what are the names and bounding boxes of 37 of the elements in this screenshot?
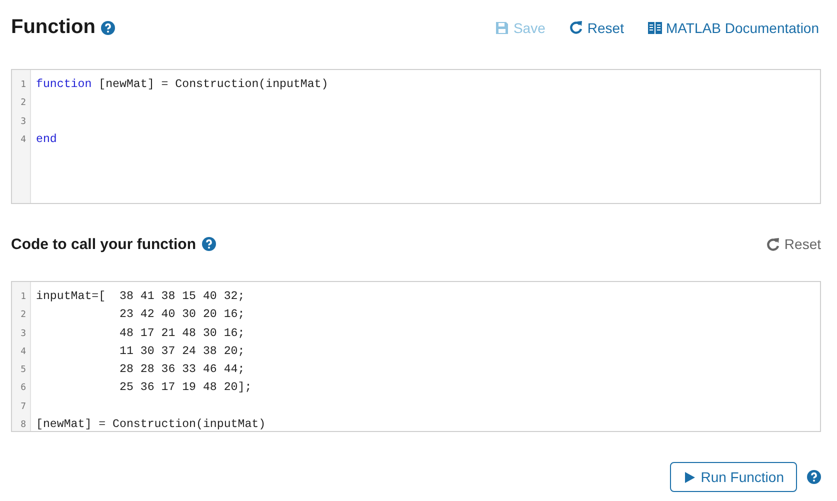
line-number: 2 [20,97,27,110]
section-title: Code to call your function [11,236,196,252]
help-icon[interactable] [807,470,821,484]
book-icon [648,22,662,34]
code-line: 11 30 37 24 38 20; [118,344,245,360]
line-number: 8 [20,419,27,432]
code-line: 25 36 17 19 48 20]; [118,380,252,396]
line-number: 6 [20,382,27,396]
code-line: function [newMat] = Construction(inputMat) [36,77,328,93]
documentation-link[interactable]: MATLAB Documentation [648,20,819,36]
help-icon[interactable] [101,20,116,34]
line-number: 3 [20,328,27,341]
code-line: 48 17 21 48 30 16; [118,326,245,342]
line-number: 1 [20,79,27,92]
line-number: 7 [20,400,27,414]
code-line: end [36,132,57,148]
line-number: 4 [20,346,27,359]
section-title: Function [11,16,96,39]
reset-button[interactable]: Reset [766,236,821,252]
line-number: 1 [20,291,27,304]
run-function-button[interactable]: Run Function [670,462,797,492]
refresh-icon [569,20,584,35]
code-line: [newMat] = Construction(inputMat) [36,417,266,434]
refresh-icon [766,236,780,252]
code-line: 23 42 40 30 20 16; [118,307,245,324]
save-icon [495,20,510,34]
line-number: 2 [20,309,27,322]
code-editor[interactable]: 1 2 3 4 5 6 7 8 inputMat=[ 38 41 38 15 40 32; 23 42 40 30 20 16; 48 17 21 48 30 16; 11 30 37 24 38 20; 28 28 36 33 46 44; 25 36 17 19 48 20]; [newMat] = Construction(inputMat) [11,281,821,432]
code-editor[interactable]: 1 2 3 4 function [newMat] = Construction(inputMat) end [11,69,821,204]
help-icon[interactable] [202,237,216,251]
code-line: inputMat=[ 38 41 38 15 40 32; [36,289,245,305]
line-number: 4 [20,134,27,147]
code-line: 28 28 36 33 46 44; [118,362,245,378]
reset-button[interactable]: Reset [569,20,624,36]
line-number: 3 [20,116,27,129]
play-icon [684,472,695,482]
line-number: 5 [20,364,27,378]
